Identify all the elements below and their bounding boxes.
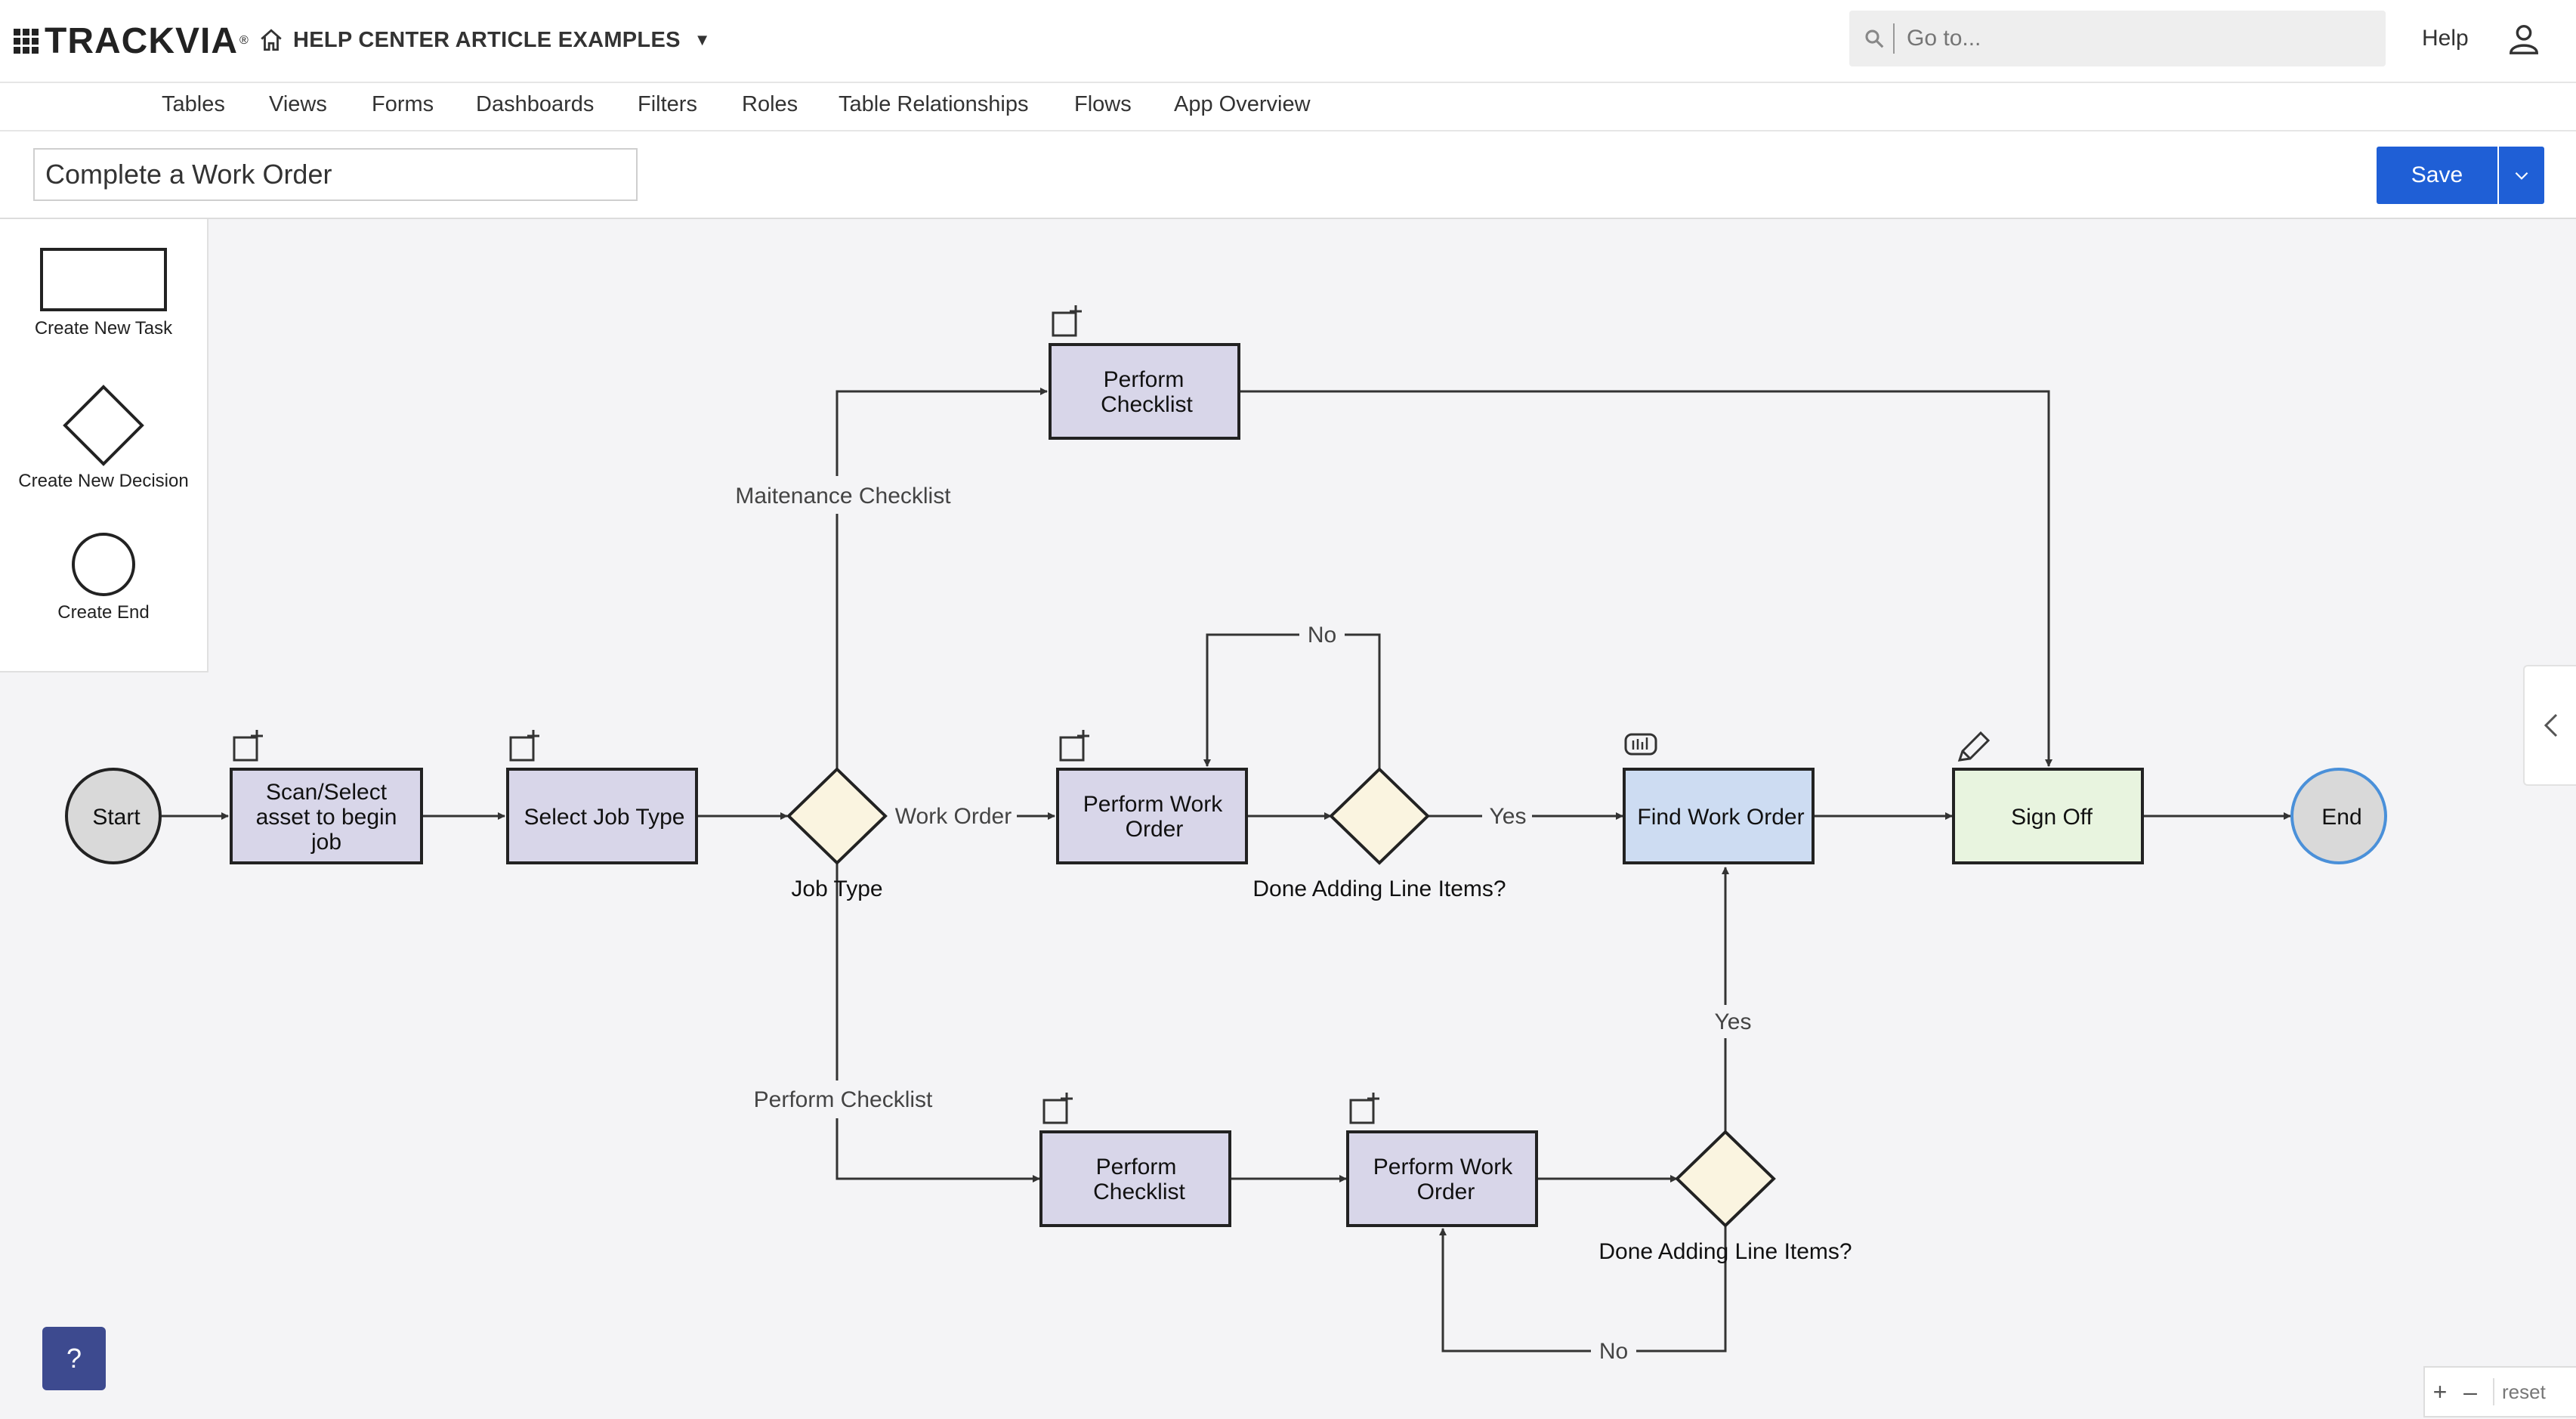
add-form-icon[interactable]: [1059, 730, 1089, 762]
user-icon[interactable]: [2507, 21, 2541, 56]
add-form-icon[interactable]: [1052, 305, 1082, 337]
search-box[interactable]: [1849, 11, 2386, 66]
edge-label-work-order[interactable]: Work Order: [895, 804, 1012, 829]
end-shape-icon: [72, 533, 135, 596]
palette-end-label: Create End: [57, 602, 150, 623]
brand-name: TRACKVIA: [45, 20, 238, 61]
svg-text:Find Work Order: Find Work Order: [1637, 805, 1804, 830]
svg-text:Perform: Perform: [1096, 1155, 1177, 1179]
add-form-icon[interactable]: [1042, 1093, 1073, 1124]
decision-shape-icon: [63, 385, 144, 466]
save-button[interactable]: Save: [2377, 147, 2497, 204]
trackvia-logo[interactable]: TRACKVIA ®: [14, 18, 249, 63]
start-label: Start: [92, 805, 141, 830]
svg-text:job: job: [310, 830, 341, 855]
svg-text:Checklist: Checklist: [1093, 1179, 1185, 1204]
task-sign-off[interactable]: Sign Off: [1952, 768, 2144, 864]
edge-jobtype-checklist-top: [836, 388, 1048, 769]
nav-filters[interactable]: Filters: [638, 92, 697, 117]
decision-done-adding-bottom[interactable]: Done Adding Line Items?: [1598, 1130, 1852, 1264]
start-node[interactable]: Start: [65, 768, 162, 864]
edge-label-no-mid[interactable]: No: [1308, 623, 1336, 648]
zoom-in-button[interactable]: +: [2425, 1378, 2455, 1406]
svg-text:Select Job Type: Select Job Type: [524, 805, 685, 830]
nav-tables[interactable]: Tables: [162, 92, 225, 117]
help-button[interactable]: ?: [42, 1327, 106, 1390]
palette-create-decision[interactable]: Create New Decision: [0, 384, 207, 492]
zoom-divider: [2493, 1378, 2494, 1405]
chevron-down-icon: [2515, 172, 2528, 180]
side-panel-toggle[interactable]: [2523, 665, 2576, 786]
zoom-out-button[interactable]: –: [2455, 1378, 2485, 1406]
edge-label-perform-checklist[interactable]: Perform Checklist: [754, 1087, 933, 1112]
svg-text:Job Type: Job Type: [791, 876, 882, 901]
edge-label-yes-bottom[interactable]: Yes: [1715, 1009, 1752, 1034]
chevron-left-icon: [2544, 713, 2558, 737]
shape-palette: Create New Task Create New Decision Crea…: [0, 219, 208, 672]
task-scan-select-asset[interactable]: Scan/Select asset to begin job: [230, 768, 423, 864]
search-divider: [1893, 23, 1895, 54]
save-options-button[interactable]: [2499, 147, 2544, 204]
task-find-work-order[interactable]: Find Work Order: [1623, 768, 1815, 864]
help-link[interactable]: Help: [2422, 26, 2469, 51]
nav-forms[interactable]: Forms: [372, 92, 434, 117]
edge-label-no-bottom[interactable]: No: [1599, 1339, 1628, 1364]
end-node[interactable]: End: [2290, 768, 2387, 864]
palette-create-task[interactable]: Create New Task: [0, 246, 207, 339]
app-name: HELP CENTER ARTICLE EXAMPLES: [293, 27, 681, 52]
svg-text:Order: Order: [1126, 817, 1184, 842]
svg-text:Sign Off: Sign Off: [2011, 805, 2093, 830]
home-icon: [261, 29, 282, 51]
svg-text:Perform: Perform: [1104, 367, 1185, 392]
task-perform-checklist-bottom[interactable]: Perform Checklist: [1039, 1130, 1231, 1227]
task-perform-work-order-mid[interactable]: Perform Work Order: [1056, 768, 1248, 864]
svg-text:Done Adding Line Items?: Done Adding Line Items?: [1252, 876, 1506, 901]
palette-create-end[interactable]: Create End: [0, 530, 207, 623]
edge-jobtype-checklist-bottom: [836, 863, 1040, 1182]
nav-flows[interactable]: Flows: [1074, 92, 1132, 117]
task-perform-checklist-top[interactable]: Perform Checklist: [1049, 343, 1240, 440]
flow-title-bar: Save: [0, 131, 2576, 219]
svg-text:End: End: [2321, 805, 2361, 830]
zoom-controls: + – reset: [2423, 1366, 2576, 1417]
caret-down-icon: ▼: [693, 30, 711, 49]
record-search-icon[interactable]: [1624, 733, 1657, 756]
svg-text:Order: Order: [1417, 1179, 1475, 1204]
palette-task-label: Create New Task: [34, 318, 173, 339]
nav-views[interactable]: Views: [269, 92, 327, 117]
app-picker[interactable]: HELP CENTER ARTICLE EXAMPLES ▼: [258, 23, 711, 57]
edge-label-maintenance[interactable]: Maitenance Checklist: [735, 484, 951, 509]
edge-done-no-loop: [1203, 633, 1381, 769]
pencil-edit-icon[interactable]: [1957, 731, 1991, 762]
nav-roles[interactable]: Roles: [742, 92, 798, 117]
edge-label-yes-mid[interactable]: Yes: [1490, 804, 1527, 829]
decision-job-type[interactable]: Job Type: [786, 767, 888, 901]
edge-checklist-top-signoff: [1240, 390, 2052, 767]
task-shape-icon: [40, 248, 167, 311]
search-icon: [1865, 29, 1884, 48]
svg-text:Perform Work: Perform Work: [1083, 792, 1223, 817]
svg-text:asset to begin: asset to begin: [256, 805, 397, 830]
task-select-job-type[interactable]: Select Job Type: [506, 768, 698, 864]
decision-done-adding-mid[interactable]: Done Adding Line Items?: [1252, 767, 1506, 901]
svg-text:Done Adding Line Items?: Done Adding Line Items?: [1598, 1239, 1852, 1264]
svg-text:Scan/Select: Scan/Select: [266, 780, 388, 805]
logo-grid-icon: [14, 28, 39, 54]
add-form-icon[interactable]: [509, 730, 539, 762]
add-form-icon[interactable]: [233, 730, 263, 762]
svg-text:Checklist: Checklist: [1101, 392, 1193, 417]
search-input[interactable]: [1905, 25, 2361, 52]
nav-table-relationships[interactable]: Table Relationships: [839, 92, 1028, 117]
nav-dashboards[interactable]: Dashboards: [476, 92, 594, 117]
nav-app-overview[interactable]: App Overview: [1174, 92, 1311, 117]
flow-diagram: Maitenance Checklist Work Order Perform …: [65, 305, 2387, 1366]
nav-bar: Tables Views Forms Dashboards Filters Ro…: [0, 83, 2576, 131]
task-perform-work-order-bottom[interactable]: Perform Work Order: [1346, 1130, 1538, 1227]
top-bar: TRACKVIA ® HELP CENTER ARTICLE EXAMPLES ▼…: [0, 0, 2576, 83]
palette-decision-label: Create New Decision: [18, 471, 189, 491]
add-form-icon[interactable]: [1349, 1093, 1379, 1124]
flow-name-input[interactable]: [33, 148, 638, 201]
zoom-reset-button[interactable]: reset: [2502, 1380, 2546, 1404]
svg-text:Perform Work: Perform Work: [1373, 1155, 1513, 1179]
